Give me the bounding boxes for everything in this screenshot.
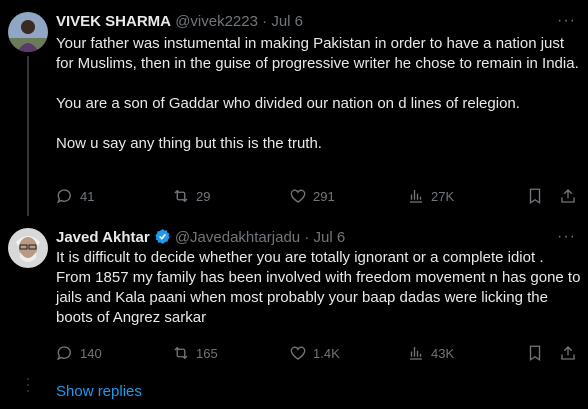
views-count: 43K	[431, 345, 455, 361]
tweet-paragraph: Your father was instumental in making Pa…	[56, 35, 579, 72]
views-button[interactable]: 27K	[407, 186, 454, 206]
repost-button[interactable]: 29	[172, 186, 210, 206]
reply-button[interactable]: 41	[56, 186, 94, 206]
tweet-paragraph: Now u say any thing but this is the trut…	[56, 135, 322, 152]
like-count: 291	[313, 188, 335, 204]
thread-line	[27, 56, 29, 216]
bookmark-icon	[529, 188, 541, 205]
action-bar: 140 165 1.4K 43K	[56, 343, 576, 363]
reply-count: 41	[80, 188, 95, 204]
like-button[interactable]: 291	[289, 186, 335, 206]
tweet-date[interactable]: Jul 6	[271, 13, 303, 30]
bookmark-button[interactable]	[526, 343, 550, 363]
views-button[interactable]: 43K	[407, 343, 454, 363]
share-icon	[561, 189, 575, 203]
heart-icon	[290, 346, 306, 360]
views-icon	[410, 347, 422, 360]
avatar[interactable]	[8, 12, 48, 52]
tweet-javed[interactable]: Javed Akhtar @Javedakhtarjadu · Jul 6 ··…	[0, 228, 588, 368]
tweet-paragraph: You are a son of Gaddar who divided our …	[56, 95, 520, 112]
reply-icon	[57, 346, 71, 361]
like-button[interactable]: 1.4K	[289, 343, 340, 363]
bookmark-icon	[529, 345, 541, 362]
avatar[interactable]	[8, 228, 48, 268]
repost-count: 29	[196, 188, 211, 204]
repost-count: 165	[196, 345, 218, 361]
bookmark-button[interactable]	[526, 186, 550, 206]
tweet-header: VIVEK SHARMA @vivek2223 · Jul 6	[56, 12, 303, 32]
author-name[interactable]: Javed Akhtar	[56, 229, 150, 246]
more-options-icon[interactable]: ···	[557, 12, 576, 30]
tweet-paragraph: It is difficult to decide whether you ar…	[56, 249, 581, 326]
share-button[interactable]	[559, 186, 583, 206]
repost-icon	[174, 346, 188, 360]
author-name[interactable]: VIVEK SHARMA	[56, 13, 171, 30]
show-replies-link[interactable]: Show replies	[56, 382, 142, 402]
separator: ·	[304, 229, 310, 246]
reply-button[interactable]: 140	[56, 343, 102, 363]
tweet-text: It is difficult to decide whether you ar…	[56, 248, 581, 328]
reply-count: 140	[80, 345, 102, 361]
share-button[interactable]	[559, 343, 583, 363]
tweet-text: Your father was instumental in making Pa…	[56, 34, 581, 154]
tweet-vivek[interactable]: VIVEK SHARMA @vivek2223 · Jul 6 ··· Your…	[0, 12, 588, 216]
author-handle[interactable]: @Javedakhtarjadu	[175, 229, 300, 246]
more-options-icon[interactable]: ···	[557, 228, 576, 246]
separator: ·	[262, 13, 268, 30]
views-count: 27K	[431, 188, 455, 204]
reply-icon	[57, 189, 71, 204]
repost-button[interactable]: 165	[172, 343, 218, 363]
tweet-date[interactable]: Jul 6	[313, 229, 345, 246]
share-icon	[561, 346, 575, 360]
repost-icon	[174, 189, 188, 203]
heart-icon	[290, 189, 306, 203]
like-count: 1.4K	[313, 345, 340, 361]
more-replies-dots	[26, 378, 30, 396]
views-icon	[410, 190, 422, 203]
action-bar: 41 29 291 27K	[56, 186, 576, 206]
author-handle[interactable]: @vivek2223	[175, 13, 258, 30]
